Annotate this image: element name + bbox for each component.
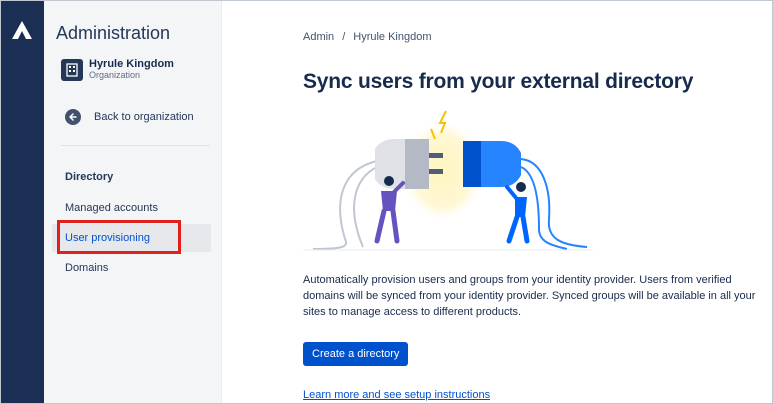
org-type: Organization — [89, 70, 141, 80]
back-to-organization-link[interactable]: Back to organization — [65, 109, 194, 125]
sidebar: Administration Hyrule Kingdom Organizati… — [44, 1, 222, 403]
building-icon — [61, 59, 83, 81]
org-name: Hyrule Kingdom — [89, 58, 174, 70]
plug-connection-illustration — [303, 110, 593, 251]
breadcrumb-separator: / — [342, 31, 346, 43]
section-heading-directory: Directory — [65, 171, 114, 183]
breadcrumb-admin[interactable]: Admin — [303, 31, 334, 43]
arrow-left-icon — [65, 109, 81, 125]
global-rail — [1, 1, 44, 403]
page-title: Sync users from your external directory — [303, 70, 694, 93]
atlassian-logo-icon[interactable] — [12, 21, 32, 39]
annotation-highlight-box — [57, 220, 181, 254]
create-directory-button[interactable]: Create a directory — [303, 342, 409, 366]
learn-more-link[interactable]: Learn more and see setup instructions — [303, 389, 490, 401]
description-text: Automatically provision users and groups… — [303, 274, 756, 318]
breadcrumb-organization[interactable]: Hyrule Kingdom — [353, 31, 431, 43]
sidebar-item-domains[interactable]: Domains — [65, 262, 108, 274]
breadcrumb: Admin / Hyrule Kingdom — [303, 31, 432, 43]
sidebar-title: Administration — [56, 23, 171, 43]
sidebar-item-managed-accounts[interactable]: Managed accounts — [65, 202, 158, 214]
back-label: Back to organization — [94, 111, 194, 123]
sidebar-divider — [61, 145, 210, 146]
org-switcher: Hyrule Kingdom Organization — [61, 59, 174, 81]
main-content: Admin / Hyrule Kingdom Sync users from y… — [223, 1, 771, 403]
